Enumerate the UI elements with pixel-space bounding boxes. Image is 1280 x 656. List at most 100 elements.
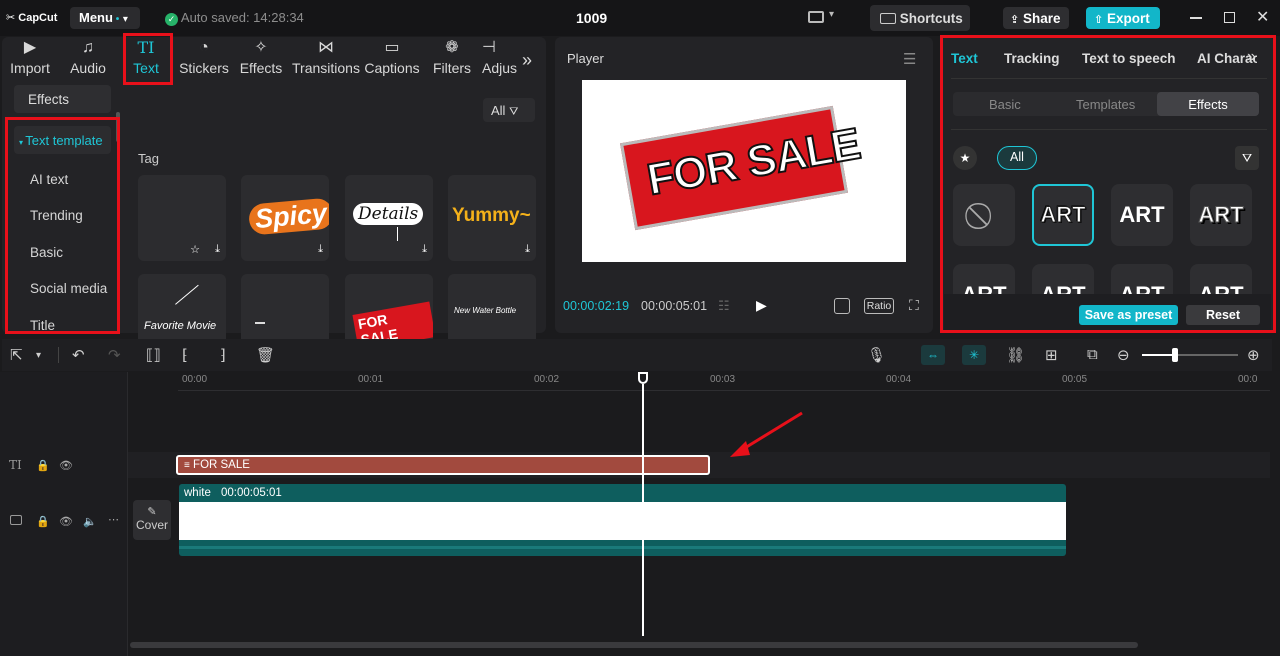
template-card[interactable]: ☆ ⤓	[138, 175, 226, 261]
chain-link-icon[interactable]: ⛓	[1006, 346, 1025, 364]
zoom-in-icon[interactable]: ⊕	[1247, 346, 1260, 364]
tab-adjust[interactable]: ⊣ Adjus	[482, 38, 518, 80]
template-card-yummy[interactable]: Yummy~ ⤓	[448, 175, 536, 261]
export-button[interactable]: ⇧ Export	[1086, 7, 1160, 29]
left-nav-item-title[interactable]: Title	[30, 318, 55, 333]
video-clip-audio-strip	[179, 546, 1066, 549]
left-nav-item-social-media[interactable]: Social media	[30, 281, 107, 296]
tab-stickers[interactable]: ◔ Stickers	[178, 38, 230, 80]
effects-all-chip[interactable]: All	[997, 146, 1037, 170]
favorite-star-icon[interactable]: ☆	[190, 243, 200, 256]
tab-effects[interactable]: ✧ Effects	[238, 38, 284, 80]
all-filter-button[interactable]: All ⛛	[483, 98, 535, 122]
adjust-icon: ⊣	[482, 39, 496, 56]
tab-filters[interactable]: ❁ Filters	[430, 38, 474, 80]
tab-captions[interactable]: ▭ Captions	[364, 38, 420, 80]
effect-none[interactable]: ⃠	[953, 184, 1015, 246]
title-bar: ✂ CapCut Menu • ▾ ✓ Auto saved: 14:28:34…	[0, 0, 1280, 36]
more-tabs-icon[interactable]: »	[522, 50, 532, 71]
align-icon[interactable]: ⊞	[1045, 346, 1058, 364]
effect-art-6[interactable]: ART	[1111, 264, 1173, 294]
left-nav-item-basic[interactable]: Basic	[30, 245, 63, 260]
download-icon[interactable]: ⤓	[422, 243, 427, 256]
player-canvas[interactable]: FOR SALE	[582, 80, 906, 262]
download-icon[interactable]: ⤓	[215, 243, 220, 256]
playhead-line[interactable]	[642, 384, 644, 636]
fullscreen-icon[interactable]: ⛶	[909, 297, 919, 314]
tab-import[interactable]: ▶ Import	[6, 38, 54, 80]
zoom-slider-handle[interactable]	[1172, 348, 1178, 362]
share-button[interactable]: ⇪ Share	[1003, 7, 1069, 29]
eye-icon[interactable]: 👁	[59, 515, 73, 528]
cover-button[interactable]: ✎ Cover	[133, 500, 171, 540]
left-nav-effects-button[interactable]: Effects	[14, 85, 111, 113]
tab-text[interactable]: TI Text	[124, 38, 168, 80]
magnet-snap-button[interactable]: ⇔	[921, 345, 945, 365]
download-icon[interactable]: ⤓	[525, 243, 530, 256]
download-icon[interactable]: ⤓	[318, 243, 323, 256]
tab-audio[interactable]: ♫ Audio	[64, 38, 112, 80]
menu-button[interactable]: Menu • ▾	[70, 7, 140, 29]
split-right-icon[interactable]: ⁆	[220, 346, 226, 364]
preview-screen-icon[interactable]: ⧉	[1087, 346, 1098, 363]
template-card-details[interactable]: Details ⤓	[345, 175, 433, 261]
reset-button[interactable]: Reset	[1186, 305, 1260, 325]
favorites-star-button[interactable]: ★	[953, 146, 977, 170]
tab-transitions[interactable]: ⋈ Transitions	[292, 38, 360, 80]
timeline-scrollbar[interactable]	[130, 642, 1138, 648]
video-track-icon	[10, 515, 22, 525]
right-tab-text-to-speech[interactable]: Text to speech	[1082, 51, 1176, 66]
close-icon[interactable]: ✕	[1256, 7, 1269, 27]
maximize-icon[interactable]	[1224, 12, 1235, 23]
left-nav-scrollbar[interactable]	[116, 112, 120, 142]
effect-art-outline[interactable]: ART	[1032, 184, 1094, 246]
right-tab-text[interactable]: Text	[951, 51, 978, 66]
link-toggle-button[interactable]: ✳	[962, 345, 986, 365]
split-icon[interactable]: ⟦⟧	[146, 346, 161, 364]
effect-art-5[interactable]: ART	[1032, 264, 1094, 294]
split-left-icon[interactable]: ⁅	[182, 346, 188, 364]
chevron-down-icon: ▾	[122, 14, 128, 25]
select-pointer-icon[interactable]: ⇱	[10, 346, 23, 364]
effects-icon: ✧	[254, 39, 268, 56]
subtab-effects[interactable]: Effects	[1157, 92, 1259, 116]
shortcuts-button[interactable]: Shortcuts	[870, 5, 970, 31]
effect-art-7[interactable]: ART	[1190, 264, 1252, 294]
timeline-view-icon[interactable]: ☷	[718, 298, 730, 314]
microphone-icon[interactable]: 🎙	[867, 346, 886, 364]
audio-volume-icon[interactable]: 🔈	[83, 515, 97, 528]
eye-icon[interactable]: 👁	[59, 459, 73, 472]
effect-art-4[interactable]: ART	[953, 264, 1015, 294]
zoom-slider[interactable]	[1142, 348, 1238, 362]
subtab-templates[interactable]: Templates	[1076, 97, 1135, 112]
play-icon[interactable]: ▶	[756, 297, 767, 314]
playhead-handle[interactable]	[638, 372, 648, 384]
player-menu-icon[interactable]: ☰	[903, 50, 916, 68]
more-options-icon[interactable]: ⋯	[108, 513, 119, 526]
minimize-icon[interactable]	[1190, 17, 1202, 19]
fit-icon[interactable]	[834, 298, 850, 314]
left-nav-item-ai-text[interactable]: AI text	[30, 172, 68, 187]
text-clip-for-sale[interactable]: ≡ FOR SALE	[176, 455, 710, 475]
lock-icon[interactable]: 🔒	[36, 459, 50, 472]
effect-art-shadow[interactable]: ART	[1190, 184, 1252, 246]
chevron-down-icon[interactable]: ▾	[36, 350, 41, 361]
video-clip-white[interactable]: white 00:00:05:01	[179, 484, 1066, 556]
share-icon: ⇪	[1010, 14, 1020, 26]
undo-icon[interactable]: ↶	[72, 346, 85, 364]
layout-icon[interactable]	[808, 11, 824, 23]
effects-filter-icon[interactable]: ⛛	[1235, 146, 1259, 170]
lock-icon[interactable]: 🔒	[36, 515, 50, 528]
effect-art-plain[interactable]: ART	[1111, 184, 1173, 246]
zoom-out-icon[interactable]: ⊖	[1117, 346, 1130, 364]
more-tabs-icon[interactable]: »	[1247, 48, 1256, 66]
chevron-down-icon[interactable]: ▾	[829, 9, 834, 20]
save-as-preset-button[interactable]: Save as preset	[1079, 305, 1178, 325]
redo-icon[interactable]: ↷	[108, 346, 121, 364]
left-nav-item-trending[interactable]: Trending	[30, 208, 83, 223]
ratio-button[interactable]: Ratio	[864, 298, 894, 314]
delete-icon[interactable]: 🗑	[256, 346, 275, 364]
right-tab-tracking[interactable]: Tracking	[1004, 51, 1060, 66]
template-card-spicy[interactable]: Spicy ⤓	[241, 175, 329, 261]
subtab-basic[interactable]: Basic	[989, 97, 1021, 112]
